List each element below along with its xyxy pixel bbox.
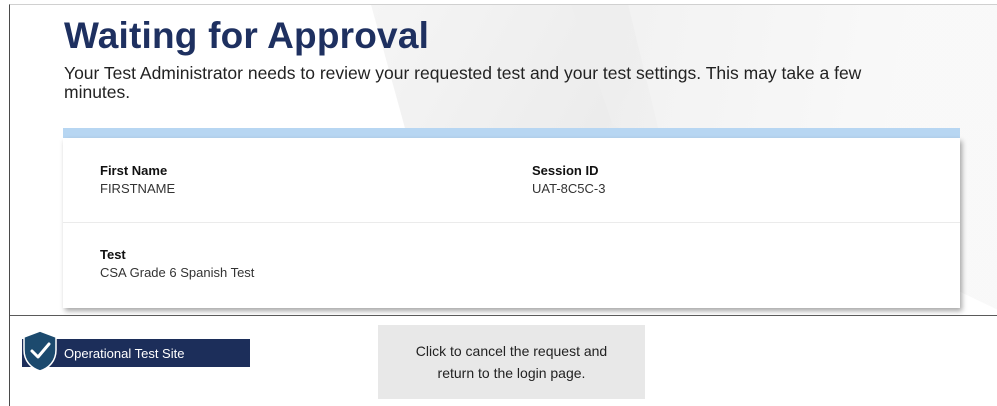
site-label: Operational Test Site xyxy=(64,345,185,361)
first-name-field: First Name FIRSTNAME xyxy=(100,163,175,196)
shield-check-icon xyxy=(23,330,57,372)
test-value: CSA Grade 6 Spanish Test xyxy=(100,265,255,280)
session-id-label: Session ID xyxy=(532,163,599,178)
cancel-button-line-1: Click to cancel the request and xyxy=(415,343,608,359)
first-name-label: First Name xyxy=(100,163,168,178)
test-label: Test xyxy=(100,247,126,262)
first-name-value: FIRSTNAME xyxy=(100,181,176,196)
card-accent-bar xyxy=(63,128,960,138)
session-details-card: First Name FIRSTNAME Session ID UAT-8C5C… xyxy=(63,138,960,308)
test-field: Test CSA Grade 6 Spanish Test xyxy=(100,247,254,280)
page-title: Waiting for Approval xyxy=(64,15,430,56)
footer-divider xyxy=(10,315,997,316)
session-id-value: UAT-8C5C-3 xyxy=(532,181,606,196)
cancel-request-button[interactable]: Click to cancel the request and return t… xyxy=(378,325,645,399)
session-id-field: Session ID UAT-8C5C-3 xyxy=(532,163,605,196)
approval-message: Your Test Administrator needs to review … xyxy=(64,63,862,102)
card-divider xyxy=(63,222,960,223)
app-window: Waiting for Approval Your Test Administr… xyxy=(9,4,997,406)
cancel-button-line-2: return to the login page. xyxy=(437,365,586,381)
